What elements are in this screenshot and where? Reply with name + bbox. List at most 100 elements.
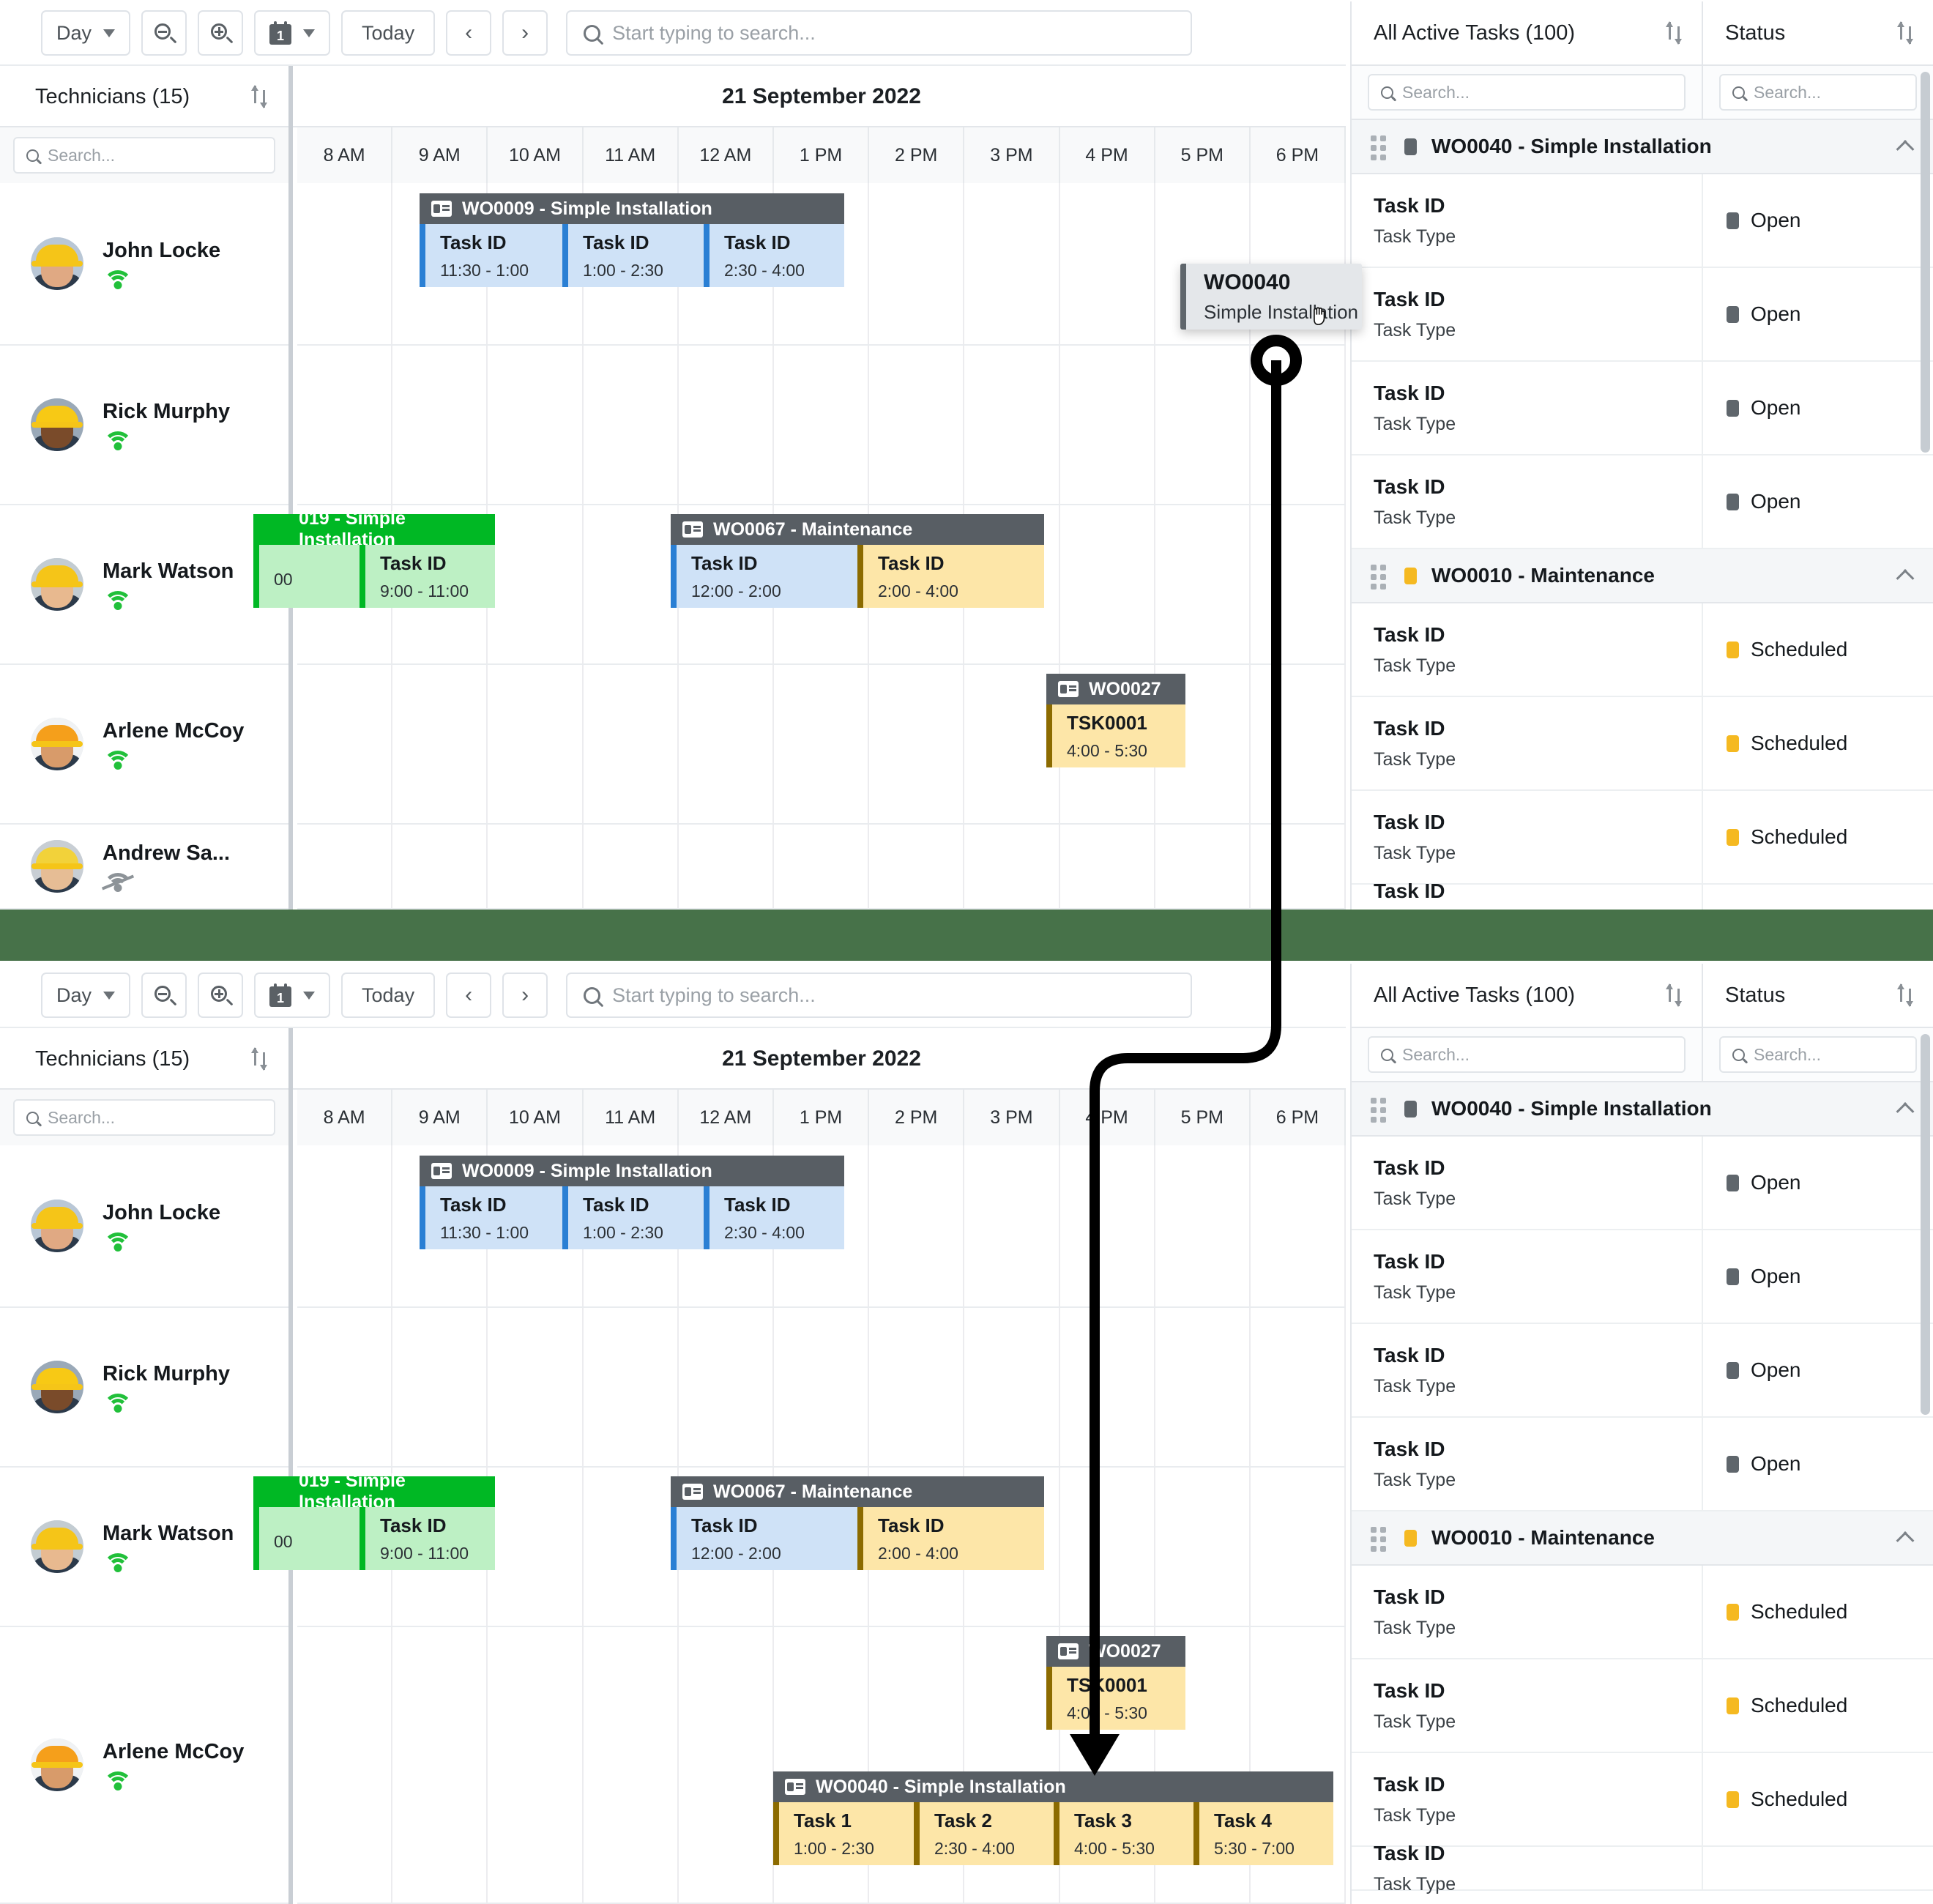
task-group-header[interactable]: WO0040 - Simple Installation [1352,1082,1933,1137]
task-bar[interactable]: Task ID 12:00 - 2:00 [671,545,857,608]
task-bar[interactable]: Task ID 2:30 - 4:00 [704,1186,844,1249]
technician-row[interactable]: Rick Murphy [0,346,288,505]
technician-row[interactable]: John Locke [0,183,288,346]
task-panel-scrollbar[interactable] [1921,1034,1930,1415]
task-row[interactable]: Task ID Task Type Scheduled [1352,791,1933,885]
work-order-wo0019[interactable]: 019 - Simple Installation 00 Task ID 9:0… [253,508,495,608]
task-row[interactable]: Task ID Task Type Scheduled [1352,603,1933,697]
task-bar[interactable]: Task 4 5:30 - 7:00 [1193,1802,1333,1865]
task-panel-scrollbar[interactable] [1921,72,1930,453]
task-bar[interactable]: TSK0001 4:00 - 5:30 [1046,1667,1185,1730]
technician-row[interactable]: Rick Murphy [0,1308,288,1468]
task-row[interactable]: Task ID Task Type Open [1352,1137,1933,1230]
work-order-header[interactable]: WO0027 [1046,1636,1185,1667]
technician-search-input[interactable]: Search... [13,137,275,174]
work-order-header[interactable]: WO0040 - Simple Installation [773,1771,1333,1802]
work-order-wo0040-dropped[interactable]: WO0040 - Simple Installation Task 1 1:00… [773,1771,1333,1865]
drag-ghost-tooltip[interactable]: WO0040 Simple Installation [1180,264,1362,330]
sort-icon[interactable] [1666,983,1683,1008]
task-bar[interactable]: TSK0001 4:00 - 5:30 [1046,704,1185,767]
work-order-wo0027[interactable]: WO0027 TSK0001 4:00 - 5:30 [1046,1636,1185,1730]
chevron-up-icon[interactable] [1893,137,1912,156]
work-order-header[interactable]: 019 - Simple Installation [253,508,495,550]
today-button[interactable]: Today [341,10,436,56]
today-button[interactable]: Today [341,973,436,1018]
status-search-input[interactable]: Search... [1719,74,1917,111]
task-row[interactable]: Task IDTask Type [1352,880,1933,910]
calendar-range-dropdown[interactable]: 1 [254,10,331,56]
task-row[interactable]: Task ID Task Type Open [1352,1230,1933,1324]
work-order-wo0067[interactable]: WO0067 - Maintenance Task ID 12:00 - 2:0… [671,1476,1044,1570]
tasks-search-input[interactable]: Search... [1368,1036,1686,1073]
prev-period-button[interactable]: ‹ [446,973,492,1018]
drag-handle-icon[interactable] [1371,565,1390,590]
task-row[interactable]: Task ID Task Type Scheduled [1352,1659,1933,1753]
task-row[interactable]: Task ID Task Type Open [1352,268,1933,362]
work-order-header[interactable]: 019 - Simple Installation [253,1470,495,1512]
task-bar[interactable]: 00 [253,1507,360,1570]
zoom-in-button[interactable] [198,973,244,1018]
technician-row[interactable]: Mark Watson [0,505,288,665]
task-group-header[interactable]: WO0010 - Maintenance [1352,549,1933,603]
task-bar[interactable]: Task 3 4:00 - 5:30 [1054,1802,1193,1865]
task-bar[interactable]: Task ID 11:30 - 1:00 [420,1186,562,1249]
task-bar[interactable]: Task ID 2:00 - 4:00 [857,545,1044,608]
next-period-button[interactable]: › [502,10,548,56]
chevron-up-icon[interactable] [1893,1528,1912,1547]
task-bar[interactable]: Task ID 9:00 - 11:00 [360,1507,495,1570]
technician-row[interactable]: Arlene McCoy [0,665,288,825]
task-bar[interactable]: 00 [253,545,360,608]
chevron-up-icon[interactable] [1893,1099,1912,1118]
task-row[interactable]: Task ID Task Type Open [1352,1418,1933,1511]
sort-icon[interactable] [1897,21,1914,45]
schedule-search-input[interactable]: Start typing to search... [566,10,1193,56]
work-order-wo0027[interactable]: WO0027 TSK0001 4:00 - 5:30 [1046,674,1185,767]
work-order-header[interactable]: WO0067 - Maintenance [671,1476,1044,1507]
task-bar[interactable]: Task ID 1:00 - 2:30 [562,224,704,287]
task-row[interactable]: Task ID Task Type Scheduled [1352,1566,1933,1659]
next-period-button[interactable]: › [502,973,548,1018]
view-mode-dropdown[interactable]: Day [41,10,131,56]
task-bar[interactable]: Task ID 2:30 - 4:00 [704,224,844,287]
prev-period-button[interactable]: ‹ [446,10,492,56]
task-row[interactable]: Task ID Task Type Open [1352,455,1933,549]
sort-icon[interactable] [1666,21,1683,45]
sort-icon[interactable] [251,84,268,109]
view-mode-dropdown[interactable]: Day [41,973,131,1018]
work-order-wo0019[interactable]: 019 - Simple Installation 00 Task ID 9:0… [253,1470,495,1570]
task-bar[interactable]: Task ID 11:30 - 1:00 [420,224,562,287]
task-row[interactable]: Task ID Task Type Open [1352,362,1933,455]
work-order-wo0009[interactable]: WO0009 - Simple Installation Task ID 11:… [420,193,844,287]
task-row[interactable]: Task ID Task Type Scheduled [1352,697,1933,791]
technician-row[interactable]: Mark Watson [0,1468,288,1627]
calendar-range-dropdown[interactable]: 1 [254,973,331,1018]
zoom-out-button[interactable] [141,10,187,56]
task-bar[interactable]: Task ID 9:00 - 11:00 [360,545,495,608]
drag-handle-icon[interactable] [1371,135,1390,160]
task-row[interactable]: Task ID Task Type Scheduled [1352,1753,1933,1847]
task-group-header[interactable]: WO0040 - Simple Installation [1352,120,1933,174]
chevron-up-icon[interactable] [1893,566,1912,585]
status-search-input[interactable]: Search... [1719,1036,1917,1073]
tasks-search-input[interactable]: Search... [1368,74,1686,111]
sort-icon[interactable] [251,1046,268,1071]
task-bar[interactable]: Task 1 1:00 - 2:30 [773,1802,914,1865]
task-row[interactable]: Task ID Task Type Open [1352,1324,1933,1418]
zoom-in-button[interactable] [198,10,244,56]
drag-handle-icon[interactable] [1371,1527,1390,1552]
technician-row[interactable]: Andrew Sa... [0,825,288,910]
task-bar[interactable]: Task 2 2:30 - 4:00 [914,1802,1054,1865]
task-group-header[interactable]: WO0010 - Maintenance [1352,1511,1933,1566]
zoom-out-button[interactable] [141,973,187,1018]
drag-handle-icon[interactable] [1371,1098,1390,1123]
technician-search-input[interactable]: Search... [13,1099,275,1136]
task-row[interactable]: Task IDTask Type [1352,1842,1933,1894]
schedule-search-input[interactable]: Start typing to search... [566,973,1193,1018]
sort-icon[interactable] [1897,983,1914,1008]
work-order-header[interactable]: WO0067 - Maintenance [671,514,1044,545]
work-order-header[interactable]: WO0009 - Simple Installation [420,193,844,224]
work-order-header[interactable]: WO0009 - Simple Installation [420,1156,844,1186]
work-order-wo0009[interactable]: WO0009 - Simple Installation Task ID 11:… [420,1156,844,1249]
technician-row[interactable]: John Locke [0,1145,288,1308]
work-order-header[interactable]: WO0027 [1046,674,1185,704]
